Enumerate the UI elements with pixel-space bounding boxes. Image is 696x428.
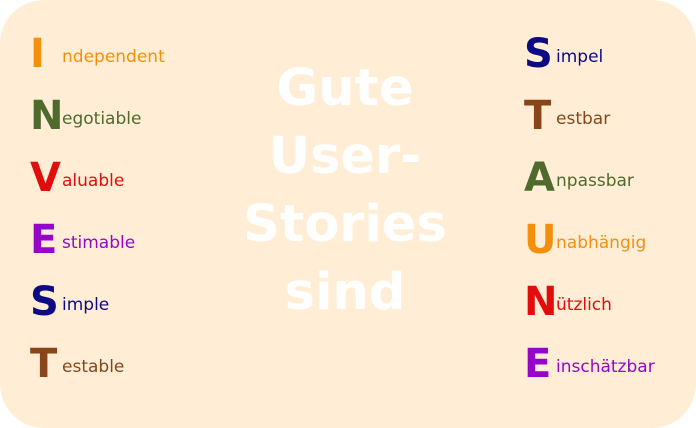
acronym-word-rest: imple [62,295,110,315]
acronym-word-rest: estbar [556,109,611,129]
acronym-letter: V [30,155,61,201]
acronym-letter: E [30,217,58,263]
acronym-letter: N [524,279,558,325]
acronym-word-rest: nabhängig [556,233,647,253]
acronym-word-rest: estable [62,357,125,377]
acronym-word-rest: aluable [62,171,125,191]
acronym-letter: U [524,217,557,263]
center-line: User- [268,127,422,186]
acronym-letter: I [30,31,45,77]
center-line: Gute [276,59,414,118]
acronym-word-rest: stimable [62,233,136,253]
acronym-letter: S [524,31,553,77]
acronym-card: Gute User- Stories sind I ndependent N e… [0,0,696,428]
acronym-letter: N [30,93,64,139]
acronym-word-rest: ndependent [62,47,165,67]
center-line: Stories [243,195,447,254]
acronym-word-rest: inschätzbar [556,357,655,377]
center-title: Gute User- Stories sind [200,55,490,327]
acronym-word-rest: npassbar [556,171,634,191]
acronym-word-rest: ützlich [556,295,612,315]
center-line: sind [284,263,406,322]
acronym-letter: S [30,279,59,325]
acronym-word-rest: impel [556,47,604,67]
acronym-letter: T [524,93,552,139]
acronym-letter: T [30,341,58,387]
acronym-letter: E [524,341,552,387]
acronym-letter: A [524,155,555,201]
acronym-word-rest: egotiable [62,109,142,129]
